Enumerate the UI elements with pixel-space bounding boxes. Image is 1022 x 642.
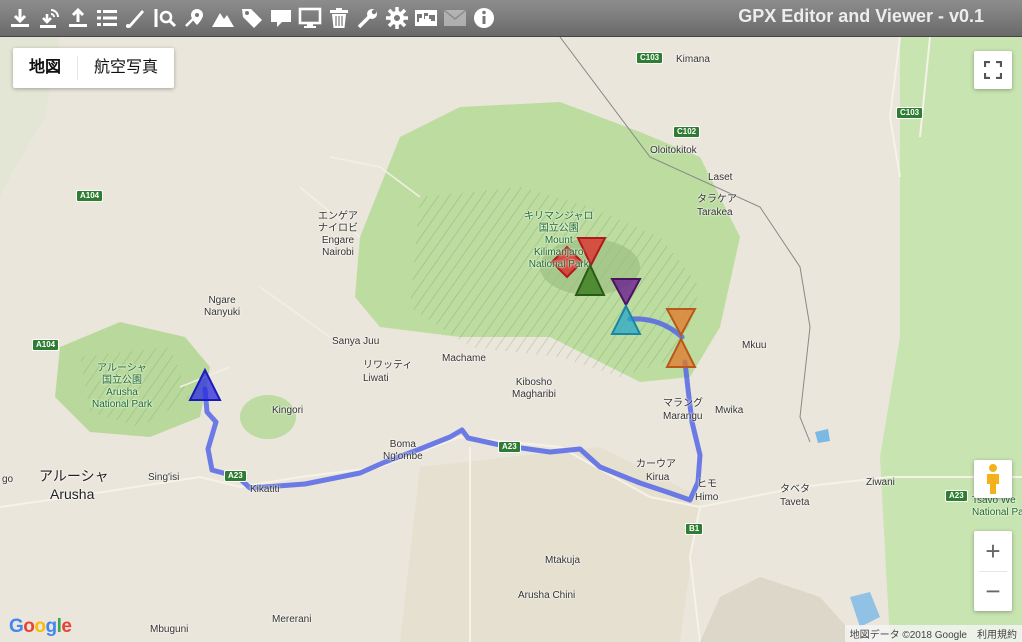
place-label: Arusha xyxy=(50,486,95,502)
list-button[interactable] xyxy=(94,4,120,31)
gear-icon xyxy=(386,6,408,29)
place-label: Liwati xyxy=(363,373,389,384)
map-data-credit: 地図データ ©2018 Google xyxy=(849,630,967,641)
fullscreen-button[interactable] xyxy=(974,51,1012,89)
monitor-icon xyxy=(298,7,322,28)
email-button[interactable] xyxy=(442,4,468,31)
settings-button[interactable] xyxy=(384,4,410,31)
place-label: Taveta xyxy=(780,497,810,508)
tag-icon xyxy=(242,8,262,28)
place-label: Tarakea xyxy=(697,207,733,218)
place-label: リワッティ xyxy=(363,360,413,371)
monitor-button[interactable] xyxy=(297,4,323,31)
map-type-roadmap-button[interactable]: 地図 xyxy=(13,48,77,88)
park-label-tsavo: Tsavo We National Pa xyxy=(972,495,1022,518)
terms-link[interactable]: 利用規約 xyxy=(977,626,1017,641)
place-label: Oloitokitok xyxy=(650,145,697,156)
road-shield: A23 xyxy=(498,441,521,453)
place-label: Sanya Juu xyxy=(332,336,380,347)
wrench-icon xyxy=(357,8,377,28)
map-base xyxy=(0,37,1022,642)
place-label: Kibosho Magharibi xyxy=(512,377,556,400)
map-canvas[interactable]: C103 C103 C102 A104 A104 A23 A23 A23 B1 … xyxy=(0,37,1022,642)
road-shield: A104 xyxy=(76,190,104,202)
world-map-icon xyxy=(415,9,437,26)
place-label: ヒモ xyxy=(697,479,717,490)
place-label: go xyxy=(2,474,14,485)
info-icon xyxy=(474,7,494,28)
place-label: マラング xyxy=(663,398,703,409)
mountain-icon xyxy=(212,12,234,27)
place-label: Kirua xyxy=(646,472,670,483)
place-label: Kingori xyxy=(272,405,304,416)
map-type-satellite-button[interactable]: 航空写真 xyxy=(78,48,174,88)
info-button[interactable] xyxy=(471,4,497,31)
place-label: Himo xyxy=(695,492,719,503)
map-attribution: 地図データ ©2018 Google 利用規約 xyxy=(844,625,1022,642)
road-shield: C103 xyxy=(896,107,924,119)
place-label: Arusha Chini xyxy=(518,590,576,601)
street-view-button[interactable] xyxy=(974,460,1012,498)
download-icon xyxy=(11,8,29,27)
search-waypoint-icon xyxy=(154,8,177,27)
place-label: Mkuu xyxy=(742,340,767,351)
search-waypoint-button[interactable] xyxy=(152,4,178,31)
place-label: Sing'isi xyxy=(148,472,180,483)
place-label: Boma Ng'ombe xyxy=(383,439,423,462)
road-shield: C103 xyxy=(636,52,664,64)
place-label: Mbuguni xyxy=(150,624,189,635)
tag-button[interactable] xyxy=(239,4,265,31)
place-label: Mtakuja xyxy=(545,555,581,566)
download-multi-button[interactable] xyxy=(36,4,62,31)
place-label: エンゲア ナイロビ Engare Nairobi xyxy=(318,211,358,258)
app-title: GPX Editor and Viewer - v0.1 xyxy=(738,6,984,26)
park-label-arusha: アルーシャ 国立公園 Arusha National Park xyxy=(92,363,153,410)
place-label: Machame xyxy=(442,353,486,364)
pen-icon xyxy=(126,9,144,28)
download-button[interactable] xyxy=(7,4,33,31)
place-label: Kikatiti xyxy=(250,484,280,495)
comment-button[interactable] xyxy=(268,4,294,31)
delete-button[interactable] xyxy=(326,4,352,31)
upload-button[interactable] xyxy=(65,4,91,31)
envelope-icon xyxy=(443,8,467,26)
place-label: Laset xyxy=(708,172,733,183)
place-label: Ziwani xyxy=(866,477,895,488)
place-label: Mwika xyxy=(715,405,744,416)
place-label: Kimana xyxy=(676,54,710,65)
comment-icon xyxy=(271,9,291,27)
tools-button[interactable] xyxy=(355,4,381,31)
place-label: アルーシャ xyxy=(39,468,109,484)
place-label: Marangu xyxy=(663,411,703,422)
toolbar: GPX Editor and Viewer - v0.1 xyxy=(0,0,1022,37)
road-shield: B1 xyxy=(685,523,704,535)
upload-icon xyxy=(69,7,87,27)
list-icon xyxy=(97,9,117,26)
world-map-button[interactable] xyxy=(413,4,439,31)
pegman-icon xyxy=(987,464,999,494)
road-shield: A104 xyxy=(32,339,60,351)
terrain-button[interactable] xyxy=(210,4,236,31)
map-marker-icon xyxy=(185,8,203,27)
trash-icon xyxy=(330,7,348,28)
place-label: カーウア xyxy=(636,459,676,470)
park-label-kilimanjaro: キリマンジャロ 国立公園 Mount Kilimanjaro National Park xyxy=(524,211,594,270)
place-label: タベタ xyxy=(780,484,810,495)
road-shield: A23 xyxy=(224,470,247,482)
map-type-control: 地図 航空写真 xyxy=(13,48,175,88)
google-logo: Google xyxy=(9,616,72,637)
draw-button[interactable] xyxy=(123,4,149,31)
place-label: Ngare Nanyuki xyxy=(204,295,241,318)
zoom-out-button[interactable]: − xyxy=(974,572,1012,611)
place-label: Mererani xyxy=(272,614,312,625)
fullscreen-icon xyxy=(984,61,1002,79)
place-label: タラケア xyxy=(697,194,737,205)
zoom-control: + − xyxy=(974,531,1012,611)
download-multi-icon xyxy=(40,8,59,28)
road-shield: A23 xyxy=(945,490,968,502)
zoom-in-button[interactable]: + xyxy=(974,531,1012,571)
road-shield: C102 xyxy=(673,126,701,138)
marker-button[interactable] xyxy=(181,4,207,31)
